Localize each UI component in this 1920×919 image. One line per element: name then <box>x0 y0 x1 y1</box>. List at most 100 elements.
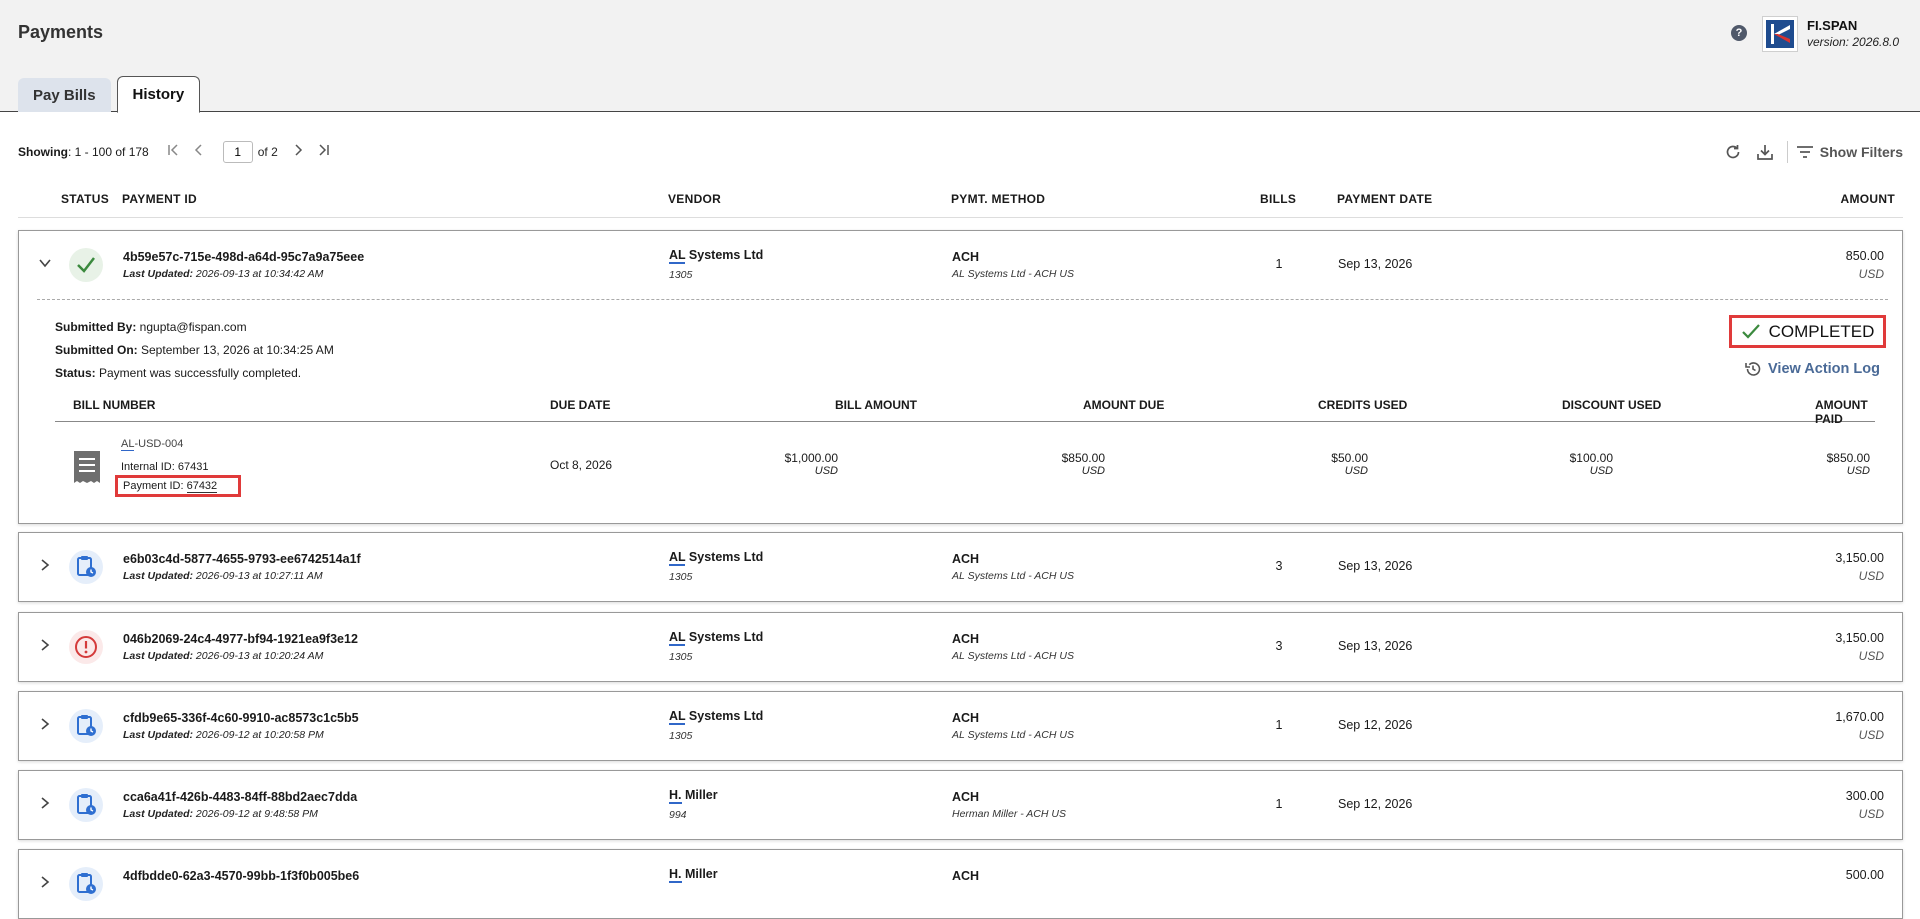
bill-count: 3 <box>1275 639 1283 653</box>
payment-amount: 300.00 <box>1845 789 1884 803</box>
vendor-name-rest: Systems Ltd <box>685 248 764 262</box>
payment-amount: 1,670.00 <box>1835 710 1884 724</box>
bill-count: 1 <box>1275 797 1283 811</box>
toolbar-divider <box>1786 141 1788 163</box>
last-updated-value: 2026-09-12 at 10:20:58 PM <box>193 729 324 741</box>
bill-payment-id-label: Payment ID: <box>123 480 187 492</box>
vendor-name-rest: Systems Ltd <box>685 709 764 723</box>
download-icon[interactable] <box>1755 142 1775 162</box>
payment-date: Sep 13, 2026 <box>1338 559 1413 573</box>
vendor-id: 1305 <box>669 571 693 583</box>
payment-id[interactable]: 4dfbdde0-62a3-4570-99bb-1f3f0b005be6 <box>123 869 359 883</box>
col-payment-id[interactable]: PAYMENT ID <box>122 192 197 206</box>
payment-method: ACH <box>952 250 980 264</box>
bill-payment-id[interactable]: 67432 <box>186 480 218 493</box>
last-page-icon[interactable] <box>314 143 334 161</box>
payment-currency: USD <box>1858 649 1884 663</box>
payment-row[interactable]: cfdb9e65-336f-4c60-9910-ac8573c1c5b5 Las… <box>18 691 1903 761</box>
submitted-on-value: September 13, 2026 at 10:34:25 AM <box>137 343 334 357</box>
completed-status-badge: COMPLETED <box>1729 315 1886 348</box>
submitted-by-value: ngupta@fispan.com <box>136 320 247 334</box>
completed-badge-label: COMPLETED <box>1768 321 1875 341</box>
first-page-icon[interactable] <box>163 143 183 161</box>
payment-row[interactable]: e6b03c4d-5877-4655-9793-ee6742514a1f Las… <box>18 532 1903 602</box>
amount-due: $850.00 <box>1061 451 1105 465</box>
payment-currency: USD <box>1858 569 1884 583</box>
bill-amount: $1,000.00 <box>784 451 838 465</box>
payment-id[interactable]: cfdb9e65-336f-4c60-9910-ac8573c1c5b5 <box>123 711 359 725</box>
payment-row[interactable]: 046b2069-24c4-4977-bf94-1921ea9f3e12 Las… <box>18 612 1903 682</box>
last-updated: Last Updated: 2026-09-13 at 10:34:42 AM <box>123 268 323 280</box>
page-number-input[interactable] <box>222 141 253 163</box>
completed-status-icon <box>69 248 103 282</box>
vendor-name-rest: Miller <box>681 867 718 881</box>
vendor-abbr: H. <box>669 867 682 883</box>
payment-id[interactable]: e6b03c4d-5877-4655-9793-ee6742514a1f <box>123 552 361 566</box>
bill-count: 1 <box>1275 718 1283 732</box>
col-status[interactable]: STATUS <box>61 192 109 206</box>
expand-chevron-icon[interactable] <box>39 876 51 888</box>
page-title: Payments <box>18 22 104 42</box>
help-icon[interactable]: ? <box>1731 25 1747 41</box>
payment-id[interactable]: 4b59e57c-715e-498d-a64d-95c7a9a75eee <box>123 250 364 264</box>
expand-chevron-icon[interactable] <box>39 559 51 571</box>
submitted-on-label: Submitted On: <box>55 343 138 357</box>
next-page-icon[interactable] <box>288 143 308 161</box>
vendor-name[interactable]: AL Systems Ltd <box>669 550 763 566</box>
payment-method: ACH <box>952 869 980 883</box>
expand-chevron-icon[interactable] <box>39 797 51 809</box>
bill-number[interactable]: AL-USD-004 <box>121 438 184 451</box>
vendor-name[interactable]: AL Systems Ltd <box>669 248 764 264</box>
table-header: STATUS PAYMENT ID VENDOR PYMT. METHOD BI… <box>18 192 1903 218</box>
last-updated-label: Last Updated: <box>123 650 194 662</box>
tab-pay-bills[interactable]: Pay Bills <box>18 78 111 112</box>
payment-method: ACH <box>952 552 980 566</box>
expand-chevron-icon[interactable] <box>39 639 51 651</box>
col-method[interactable]: PYMT. METHOD <box>951 192 1045 206</box>
bill-payment-id-highlight: Payment ID: 67432 <box>115 475 241 497</box>
payment-currency: USD <box>1858 807 1884 821</box>
col-amount[interactable]: AMOUNT <box>1841 192 1895 206</box>
col-amount-paid: AMOUNT PAID <box>1815 398 1868 426</box>
submitted-by-label: Submitted By: <box>55 320 137 334</box>
last-updated: Last Updated: 2026-09-13 at 10:27:11 AM <box>123 570 323 582</box>
refresh-icon[interactable] <box>1723 142 1743 162</box>
collapse-chevron-icon[interactable] <box>39 257 51 269</box>
last-updated-label: Last Updated: <box>123 570 194 582</box>
vendor-name[interactable]: AL Systems Ltd <box>669 709 764 725</box>
status-label: Status: <box>55 366 96 380</box>
vendor-name[interactable]: H. Miller <box>669 867 718 883</box>
payment-row-expanded[interactable]: 4b59e57c-715e-498d-a64d-95c7a9a75eee Las… <box>18 230 1903 524</box>
vendor-name[interactable]: AL Systems Ltd <box>669 630 763 646</box>
payment-method: ACH <box>952 632 980 646</box>
payment-row[interactable]: 4dfbdde0-62a3-4570-99bb-1f3f0b005be6 H. … <box>18 849 1903 919</box>
view-action-log-label: View Action Log <box>1768 361 1880 377</box>
list-toolbar: Showing: 1 - 100 of 178 of 2 Show Filter… <box>18 141 1903 163</box>
last-updated: Last Updated: 2026-09-13 at 10:20:24 AM <box>123 650 323 662</box>
prev-page-icon[interactable] <box>189 143 209 161</box>
amount-paid: $850.00 <box>1826 451 1870 465</box>
scheduled-clipboard-icon <box>69 788 103 822</box>
submitted-on: Submitted On: September 13, 2026 at 10:3… <box>55 343 334 357</box>
tab-history[interactable]: History <box>116 76 201 113</box>
bill-number-rest: -USD-004 <box>134 438 184 450</box>
method-account: Herman Miller - ACH US <box>952 808 1066 820</box>
credits-used: $50.00 <box>1331 451 1368 465</box>
payment-id[interactable]: 046b2069-24c4-4977-bf94-1921ea9f3e12 <box>123 632 358 646</box>
col-payment-date[interactable]: PAYMENT DATE <box>1337 192 1432 206</box>
payment-row[interactable]: cca6a41f-426b-4483-84ff-88bd2aec7dda Las… <box>18 770 1903 840</box>
last-updated-value: 2026-09-13 at 10:27:11 AM <box>193 570 323 582</box>
col-vendor[interactable]: VENDOR <box>668 192 721 206</box>
view-action-log-link[interactable]: View Action Log <box>1744 360 1880 378</box>
expand-chevron-icon[interactable] <box>39 718 51 730</box>
scheduled-clipboard-icon <box>69 709 103 743</box>
vendor-name[interactable]: H. Miller <box>669 788 718 804</box>
method-account: AL Systems Ltd - ACH US <box>952 729 1074 741</box>
history-icon <box>1745 362 1761 376</box>
show-filters-button[interactable]: Show Filters <box>1796 144 1903 160</box>
vendor-abbr: AL <box>669 630 686 646</box>
col-bills[interactable]: BILLS <box>1260 192 1296 206</box>
method-account: AL Systems Ltd - ACH US <box>952 650 1074 662</box>
last-updated-label: Last Updated: <box>123 808 194 820</box>
payment-id[interactable]: cca6a41f-426b-4483-84ff-88bd2aec7dda <box>123 790 357 804</box>
